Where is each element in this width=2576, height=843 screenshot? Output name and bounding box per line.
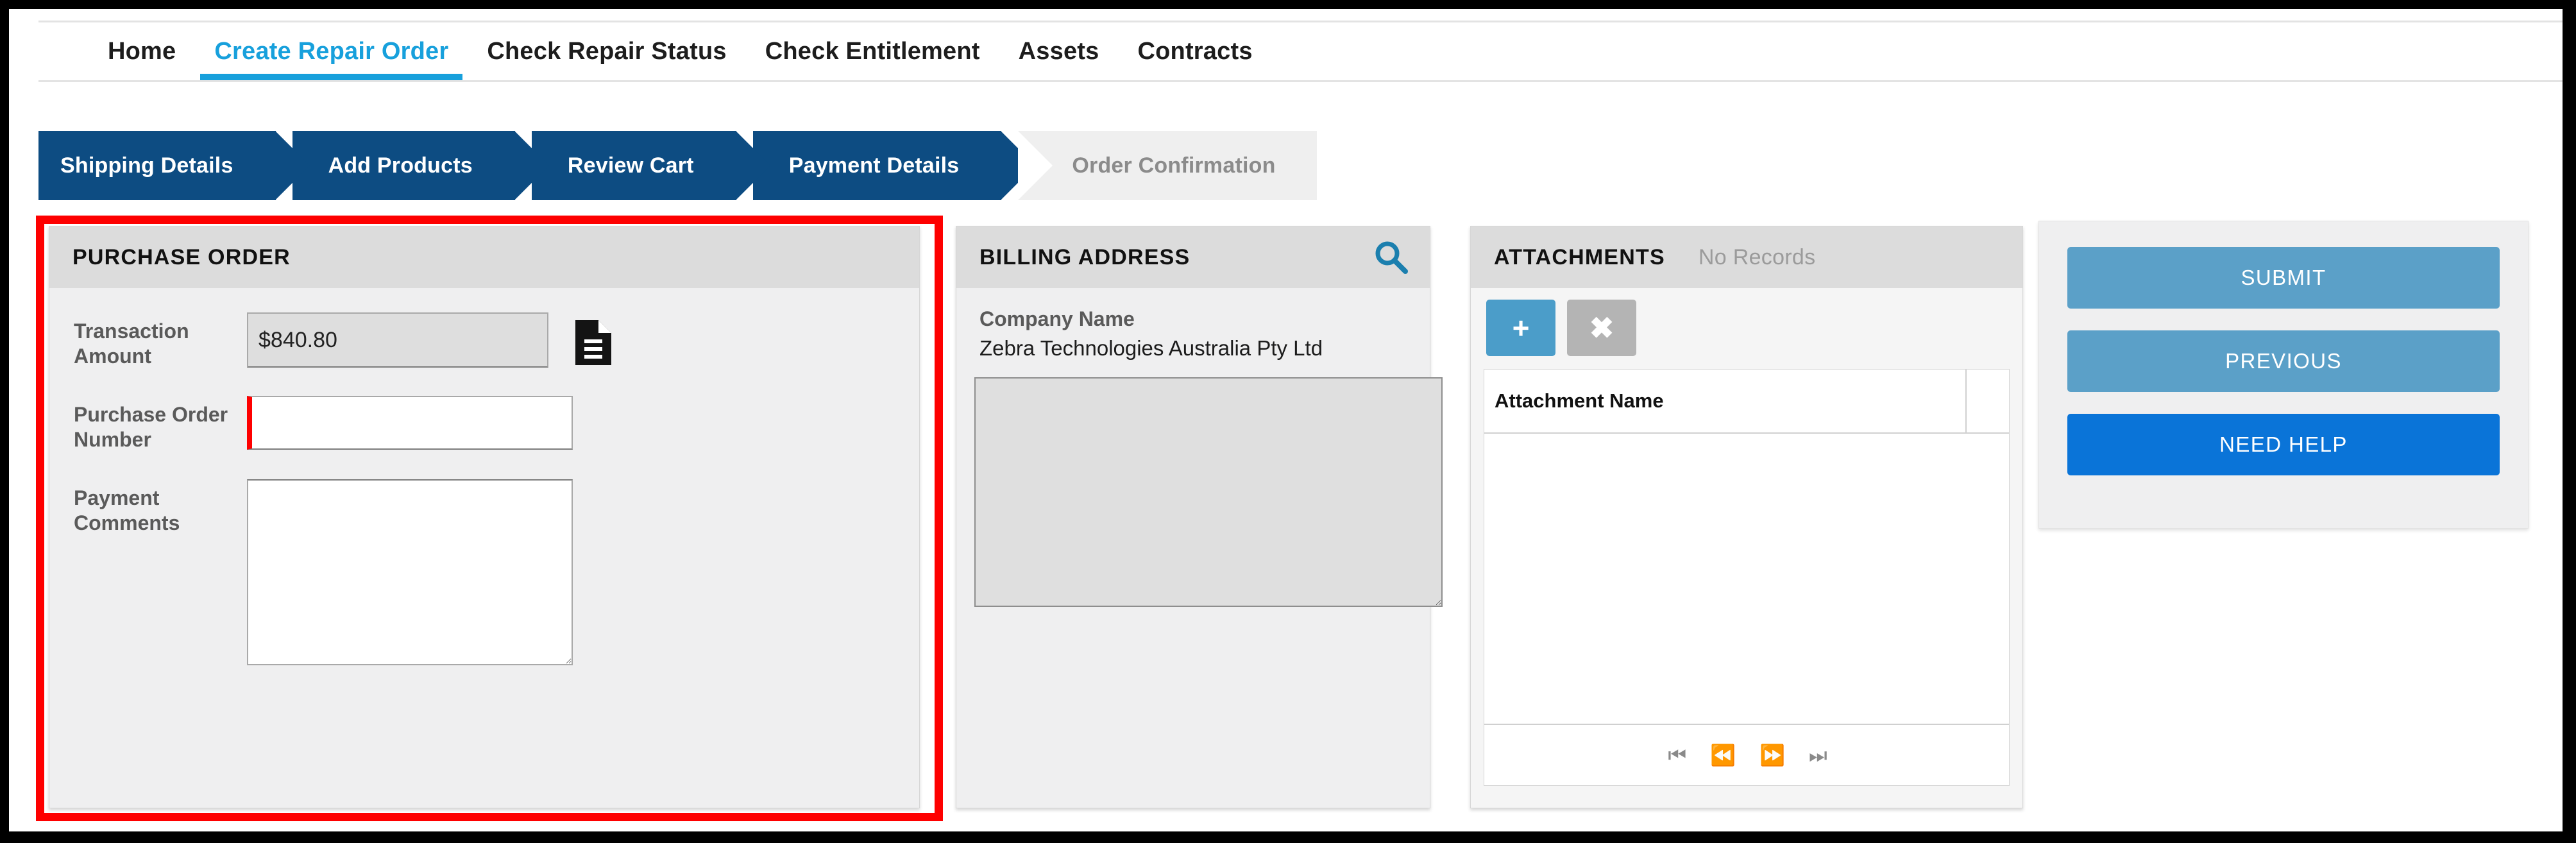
wizard-step-order-confirmation: Order Confirmation	[1018, 131, 1317, 200]
payment-comments-textarea[interactable]	[247, 479, 573, 666]
attachments-toolbar: + ✖	[1471, 288, 2022, 369]
company-name-label: Company Name	[979, 307, 1135, 330]
main-navigation: Home Create Repair Order Check Repair St…	[38, 21, 2563, 82]
transaction-amount-control	[247, 312, 611, 368]
billing-address-header: BILLING ADDRESS	[956, 226, 1430, 288]
nav-item-check-entitlement[interactable]: Check Entitlement	[746, 39, 999, 80]
purchase-order-body: Transaction Amount Purcha	[49, 288, 919, 808]
wizard-step-review-cart[interactable]: Review Cart	[531, 131, 770, 200]
transaction-amount-input[interactable]	[247, 312, 548, 368]
nav-item-check-repair-status[interactable]: Check Repair Status	[468, 39, 745, 80]
pager-first-icon[interactable]: ⏮	[1668, 745, 1686, 765]
checkout-wizard-steps: Shipping Details Add Products Review Car…	[38, 131, 1317, 200]
nav-item-create-repair-order[interactable]: Create Repair Order	[195, 39, 468, 80]
pager-next-icon[interactable]: ⏩	[1759, 745, 1785, 765]
nav-list: Home Create Repair Order Check Repair St…	[38, 22, 2563, 80]
purchase-order-number-label: Purchase Order Number	[74, 403, 228, 452]
add-attachment-button[interactable]: +	[1486, 300, 1555, 356]
submit-button[interactable]: SUBMIT	[2067, 247, 2500, 309]
attachments-grid-header: Attachment Name	[1484, 370, 2009, 434]
browser-viewport: Home Create Repair Order Check Repair St…	[9, 9, 2563, 831]
purchase-order-title: PURCHASE ORDER	[72, 244, 291, 269]
company-name-value: Zebra Technologies Australia Pty Ltd	[979, 336, 1323, 360]
attachments-grid: Attachment Name ⏮ ⏪ ⏩ ⏭	[1484, 369, 2010, 786]
purchase-order-number-row: Purchase Order Number	[49, 396, 919, 452]
document-icon[interactable]	[575, 320, 611, 365]
payment-comments-row: Payment Comments	[49, 479, 919, 666]
actions-list: SUBMIT PREVIOUS NEED HELP	[2039, 221, 2528, 501]
attachments-header: ATTACHMENTS No Records	[1471, 226, 2022, 288]
pager-last-icon[interactable]: ⏭	[1809, 745, 1827, 765]
payment-comments-control	[247, 479, 573, 666]
need-help-button[interactable]: NEED HELP	[2067, 414, 2500, 475]
nav-item-assets[interactable]: Assets	[999, 39, 1119, 80]
payment-comments-label: Payment Comments	[74, 486, 180, 535]
previous-button[interactable]: PREVIOUS	[2067, 330, 2500, 392]
attachments-pager: ⏮ ⏪ ⏩ ⏭	[1484, 724, 2009, 785]
actions-panel: SUBMIT PREVIOUS NEED HELP	[2038, 221, 2529, 529]
purchase-order-number-input[interactable]	[247, 396, 573, 450]
attachments-status: No Records	[1698, 244, 1816, 269]
billing-address-panel: BILLING ADDRESS Company Name Zebra Techn…	[956, 226, 1443, 808]
wizard-step-payment-details[interactable]: Payment Details	[752, 131, 1036, 200]
nav-item-home[interactable]: Home	[89, 39, 195, 80]
purchase-order-number-control	[247, 396, 573, 450]
remove-attachment-button[interactable]: ✖	[1567, 300, 1636, 356]
transaction-amount-row: Transaction Amount	[49, 312, 919, 369]
attachments-grid-rows	[1484, 434, 2009, 724]
pager-previous-icon[interactable]: ⏪	[1710, 745, 1736, 765]
wizard-step-add-products[interactable]: Add Products	[292, 131, 550, 200]
billing-address-title: BILLING ADDRESS	[979, 244, 1191, 269]
attachments-panel: ATTACHMENTS No Records + ✖ Attachment Na…	[1470, 226, 2023, 808]
attachments-title: ATTACHMENTS	[1494, 244, 1665, 269]
search-icon[interactable]	[1371, 237, 1411, 277]
purchase-order-panel: PURCHASE ORDER Transaction Amount $840.8…	[49, 226, 920, 808]
column-header-attachment-name[interactable]: Attachment Name	[1484, 370, 1967, 432]
nav-item-contracts[interactable]: Contracts	[1118, 39, 1271, 80]
transaction-amount-label: Transaction Amount	[74, 319, 189, 368]
wizard-step-shipping-details[interactable]: Shipping Details	[38, 131, 310, 200]
billing-address-body: Company Name Zebra Technologies Australi…	[956, 288, 1443, 808]
attachments-body: + ✖ Attachment Name ⏮ ⏪ ⏩ ⏭	[1471, 288, 2022, 808]
billing-address-textarea[interactable]	[974, 377, 1443, 607]
purchase-order-header: PURCHASE ORDER	[49, 226, 919, 288]
